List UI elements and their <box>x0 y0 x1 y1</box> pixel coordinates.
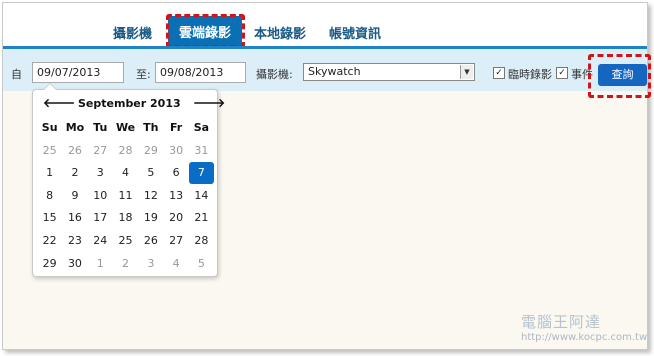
calendar-day[interactable]: 14 <box>189 185 214 207</box>
to-date-input[interactable] <box>155 62 246 83</box>
weekday-header: Mo <box>65 121 85 134</box>
calendar-day[interactable]: 18 <box>113 207 138 229</box>
calendar-day[interactable]: 2 <box>113 253 138 275</box>
calendar-day[interactable]: 1 <box>37 162 62 184</box>
chevron-down-icon: ▼ <box>460 65 473 79</box>
query-highlight-marker <box>588 54 651 98</box>
camera-select[interactable]: Skywatch ▼ <box>303 63 475 81</box>
event-checkbox[interactable]: ✓ <box>556 67 568 79</box>
calendar-day[interactable]: 24 <box>88 230 113 252</box>
weekday-header: We <box>115 121 136 134</box>
tab-account-info[interactable]: 帳號資訊 <box>329 23 381 42</box>
calendar-day[interactable]: 27 <box>163 230 188 252</box>
calendar-day[interactable]: 12 <box>138 185 163 207</box>
calendar-day[interactable]: 31 <box>189 140 214 162</box>
to-label: 至: <box>136 68 151 81</box>
calendar-day[interactable]: 7 <box>188 162 215 185</box>
tab-local-recording[interactable]: 本地錄影 <box>254 23 306 42</box>
calendar-day[interactable]: 4 <box>163 253 188 275</box>
calendar-grid: Su Mo Tu We Th Fr Sa 25 26 27 28 29 30 31 1 2 3 4 5 6 7 8 9 10 1… <box>37 117 215 275</box>
calendar-day[interactable]: 3 <box>138 253 163 275</box>
weekday-header: Su <box>41 121 58 134</box>
date-picker: 🡐 September 2013 🡒 Su Mo Tu We Th Fr Sa 25 26 27 2… <box>32 83 225 277</box>
calendar-day[interactable]: 17 <box>88 207 113 229</box>
weekday-header: Sa <box>193 121 210 134</box>
calendar-day[interactable]: 21 <box>189 207 214 229</box>
calendar-day[interactable]: 20 <box>163 207 188 229</box>
calendar-day[interactable]: 25 <box>37 140 62 162</box>
temp-recording-checkbox[interactable]: ✓ <box>493 67 505 79</box>
tab-highlight-marker <box>166 14 245 48</box>
calendar-day[interactable]: 30 <box>163 140 188 162</box>
calendar-day[interactable]: 25 <box>113 230 138 252</box>
from-date-input[interactable] <box>32 62 124 83</box>
camera-label: 攝影機: <box>256 68 293 81</box>
calendar-day[interactable]: 22 <box>37 230 62 252</box>
calendar-day[interactable]: 19 <box>138 207 163 229</box>
weekday-header: Fr <box>170 121 183 134</box>
calendar-day[interactable]: 26 <box>138 230 163 252</box>
calendar-day[interactable]: 4 <box>113 162 138 184</box>
calendar-day[interactable]: 9 <box>62 185 87 207</box>
calendar-day[interactable]: 5 <box>189 253 214 275</box>
calendar-day[interactable]: 27 <box>88 140 113 162</box>
weekday-header: Tu <box>93 121 108 134</box>
month-title[interactable]: September 2013 <box>78 97 181 110</box>
calendar-day[interactable]: 16 <box>62 207 87 229</box>
calendar-day[interactable]: 28 <box>113 140 138 162</box>
calendar-day[interactable]: 10 <box>88 185 113 207</box>
from-label: 自 <box>11 68 22 81</box>
calendar-day[interactable]: 1 <box>88 253 113 275</box>
tab-cameras[interactable]: 攝影機 <box>113 23 152 42</box>
arrow-right-icon[interactable]: 🡒 <box>193 95 225 110</box>
calendar-day[interactable]: 6 <box>163 162 188 184</box>
calendar-day[interactable]: 26 <box>62 140 87 162</box>
calendar-day[interactable]: 15 <box>37 207 62 229</box>
calendar-day[interactable]: 29 <box>37 253 62 275</box>
calendar-day[interactable]: 30 <box>62 253 87 275</box>
arrow-left-icon[interactable]: 🡐 <box>43 95 75 110</box>
nav-bar: 攝影機 雲端錄影 本地錄影 帳號資訊 <box>3 3 647 46</box>
calendar-day[interactable]: 3 <box>88 162 113 184</box>
calendar-day[interactable]: 5 <box>138 162 163 184</box>
calendar-day[interactable]: 23 <box>62 230 87 252</box>
weekday-header: Th <box>143 121 159 134</box>
calendar-day[interactable]: 29 <box>138 140 163 162</box>
calendar-day[interactable]: 8 <box>37 185 62 207</box>
watermark: 電腦王阿達 http://www.kocpc.com.tw <box>521 311 647 343</box>
calendar-day[interactable]: 13 <box>163 185 188 207</box>
calendar-day[interactable]: 28 <box>189 230 214 252</box>
calendar-day[interactable]: 11 <box>113 185 138 207</box>
calendar-day[interactable]: 2 <box>62 162 87 184</box>
app-window: 攝影機 雲端錄影 本地錄影 帳號資訊 自 至: 攝影機: Skywatch ▼ … <box>2 2 651 350</box>
watermark-title: 電腦王阿達 <box>521 313 602 331</box>
temp-recording-label: 臨時錄影 <box>508 68 552 81</box>
camera-select-value: Skywatch <box>308 65 361 78</box>
watermark-url: http://www.kocpc.com.tw <box>521 332 648 343</box>
